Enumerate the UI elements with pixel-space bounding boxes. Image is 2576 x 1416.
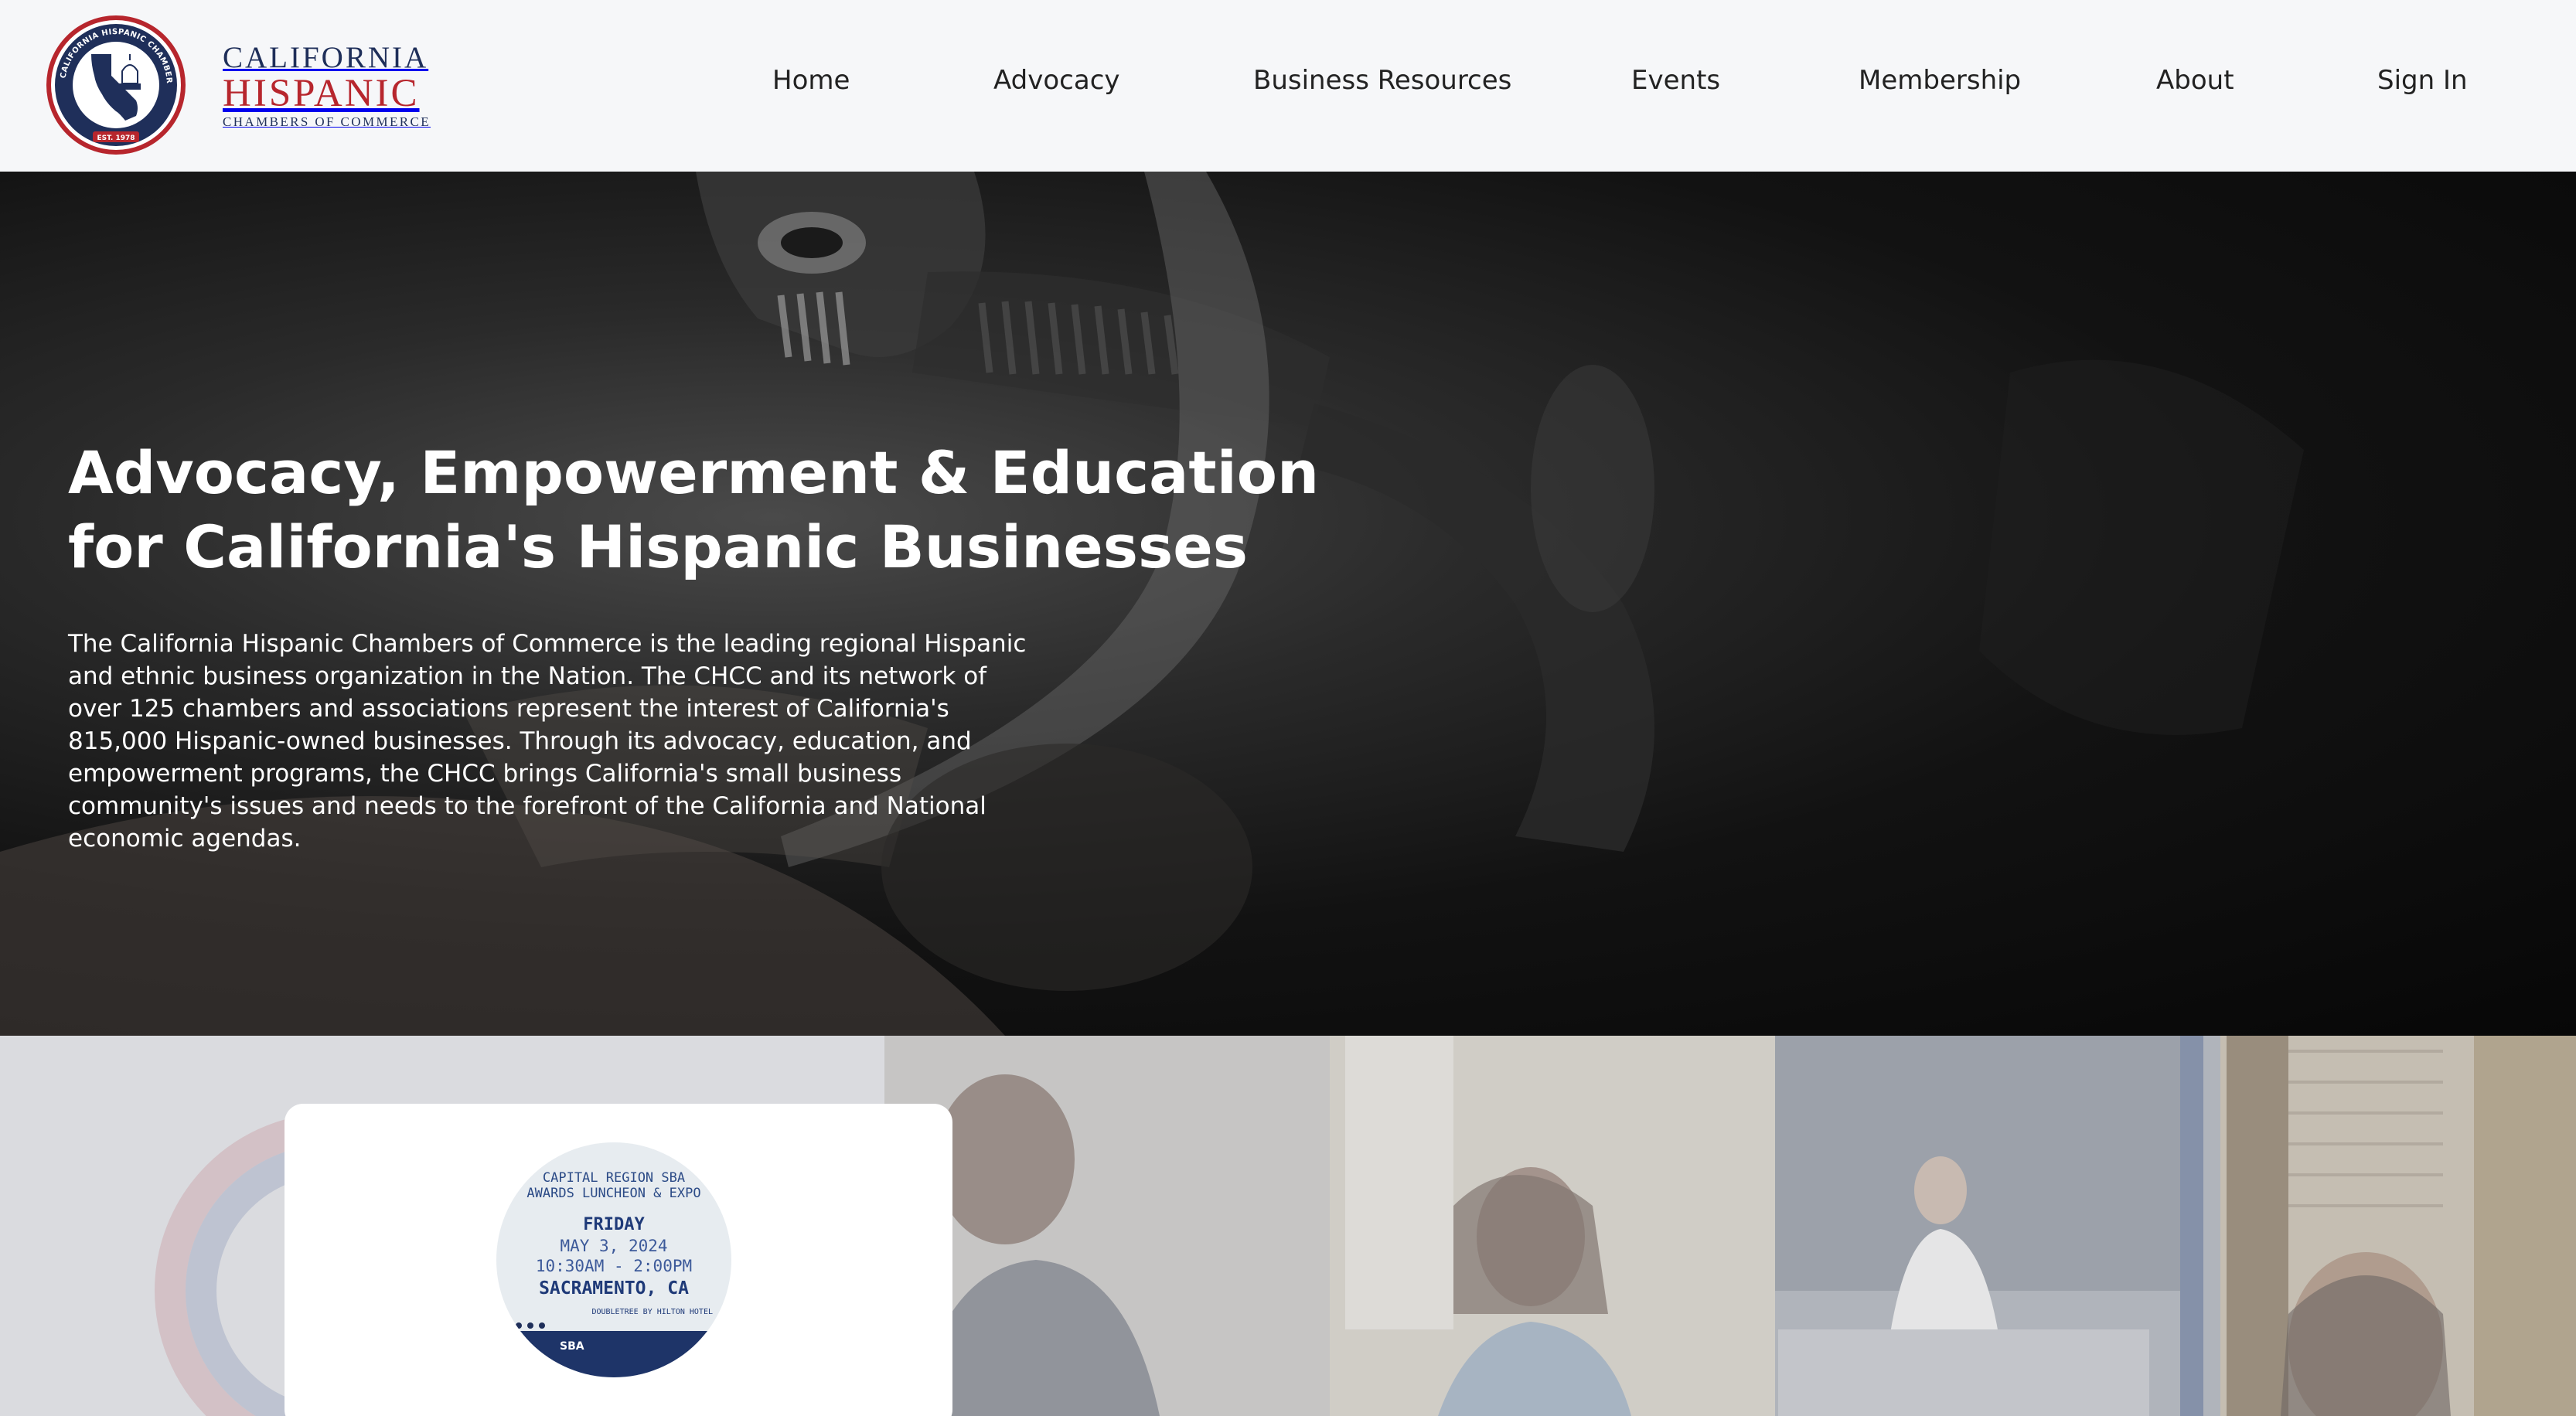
nav-sign-in[interactable]: Sign In [2377,62,2468,99]
hero-background-image [0,172,2304,1036]
event-flyer-image[interactable]: CAPITAL REGION SBA AWARDS LUNCHEON & EXP… [496,1142,731,1377]
hero-title: Advocacy, Empowerment & Education for Ca… [68,438,1320,581]
flyer-line-1: CAPITAL REGION SBA [542,1170,686,1186]
hero-description: The California Hispanic Chambers of Comm… [68,630,1027,853]
nav-advocacy[interactable]: Advocacy [993,62,1120,99]
logo-line-chambers: CHAMBERS OF COMMERCE [223,114,431,129]
logo-line-hispanic: HISPANIC [223,71,420,115]
chamber-seal-icon: CALIFORNIA HISPANIC CHAMBERS OF COMMERCE… [45,14,186,155]
flyer-footer-band [496,1331,731,1377]
sba-logo: SBA [560,1340,584,1353]
logo-wordmark: CALIFORNIA HISPANIC CHAMBERS OF COMMERCE [223,43,431,128]
flyer-date: MAY 3, 2024 [560,1237,668,1255]
site-header: CALIFORNIA HISPANIC CHAMBERS OF COMMERCE… [0,0,2576,172]
nav-about[interactable]: About [2156,62,2234,99]
site-logo[interactable]: CALIFORNIA HISPANIC CHAMBERS OF COMMERCE… [45,14,431,156]
flyer-city: SACRAMENTO, CA [539,1278,689,1299]
flyer-venue: DOUBLETREE BY HILTON HOTEL [591,1308,713,1316]
nav-membership[interactable]: Membership [1859,62,2021,99]
hero-section: Advocacy, Empowerment & Education for Ca… [0,172,2576,1036]
carousel-dots-icon [516,1322,545,1329]
svg-text:EST. 1978: EST. 1978 [97,134,135,142]
nav-business-resources[interactable]: Business Resources [1253,62,1511,99]
event-card[interactable]: CAPITAL REGION SBA AWARDS LUNCHEON & EXP… [285,1104,952,1416]
flyer-day: FRIDAY [583,1215,645,1234]
nav-home[interactable]: Home [772,62,850,99]
flyer-line-2: AWARDS LUNCHEON & EXPO [526,1186,701,1201]
flyer-time: 10:30AM - 2:00PM [535,1257,693,1275]
logo-line-california: CALIFORNIA [223,40,429,74]
nav-events[interactable]: Events [1631,62,1720,99]
